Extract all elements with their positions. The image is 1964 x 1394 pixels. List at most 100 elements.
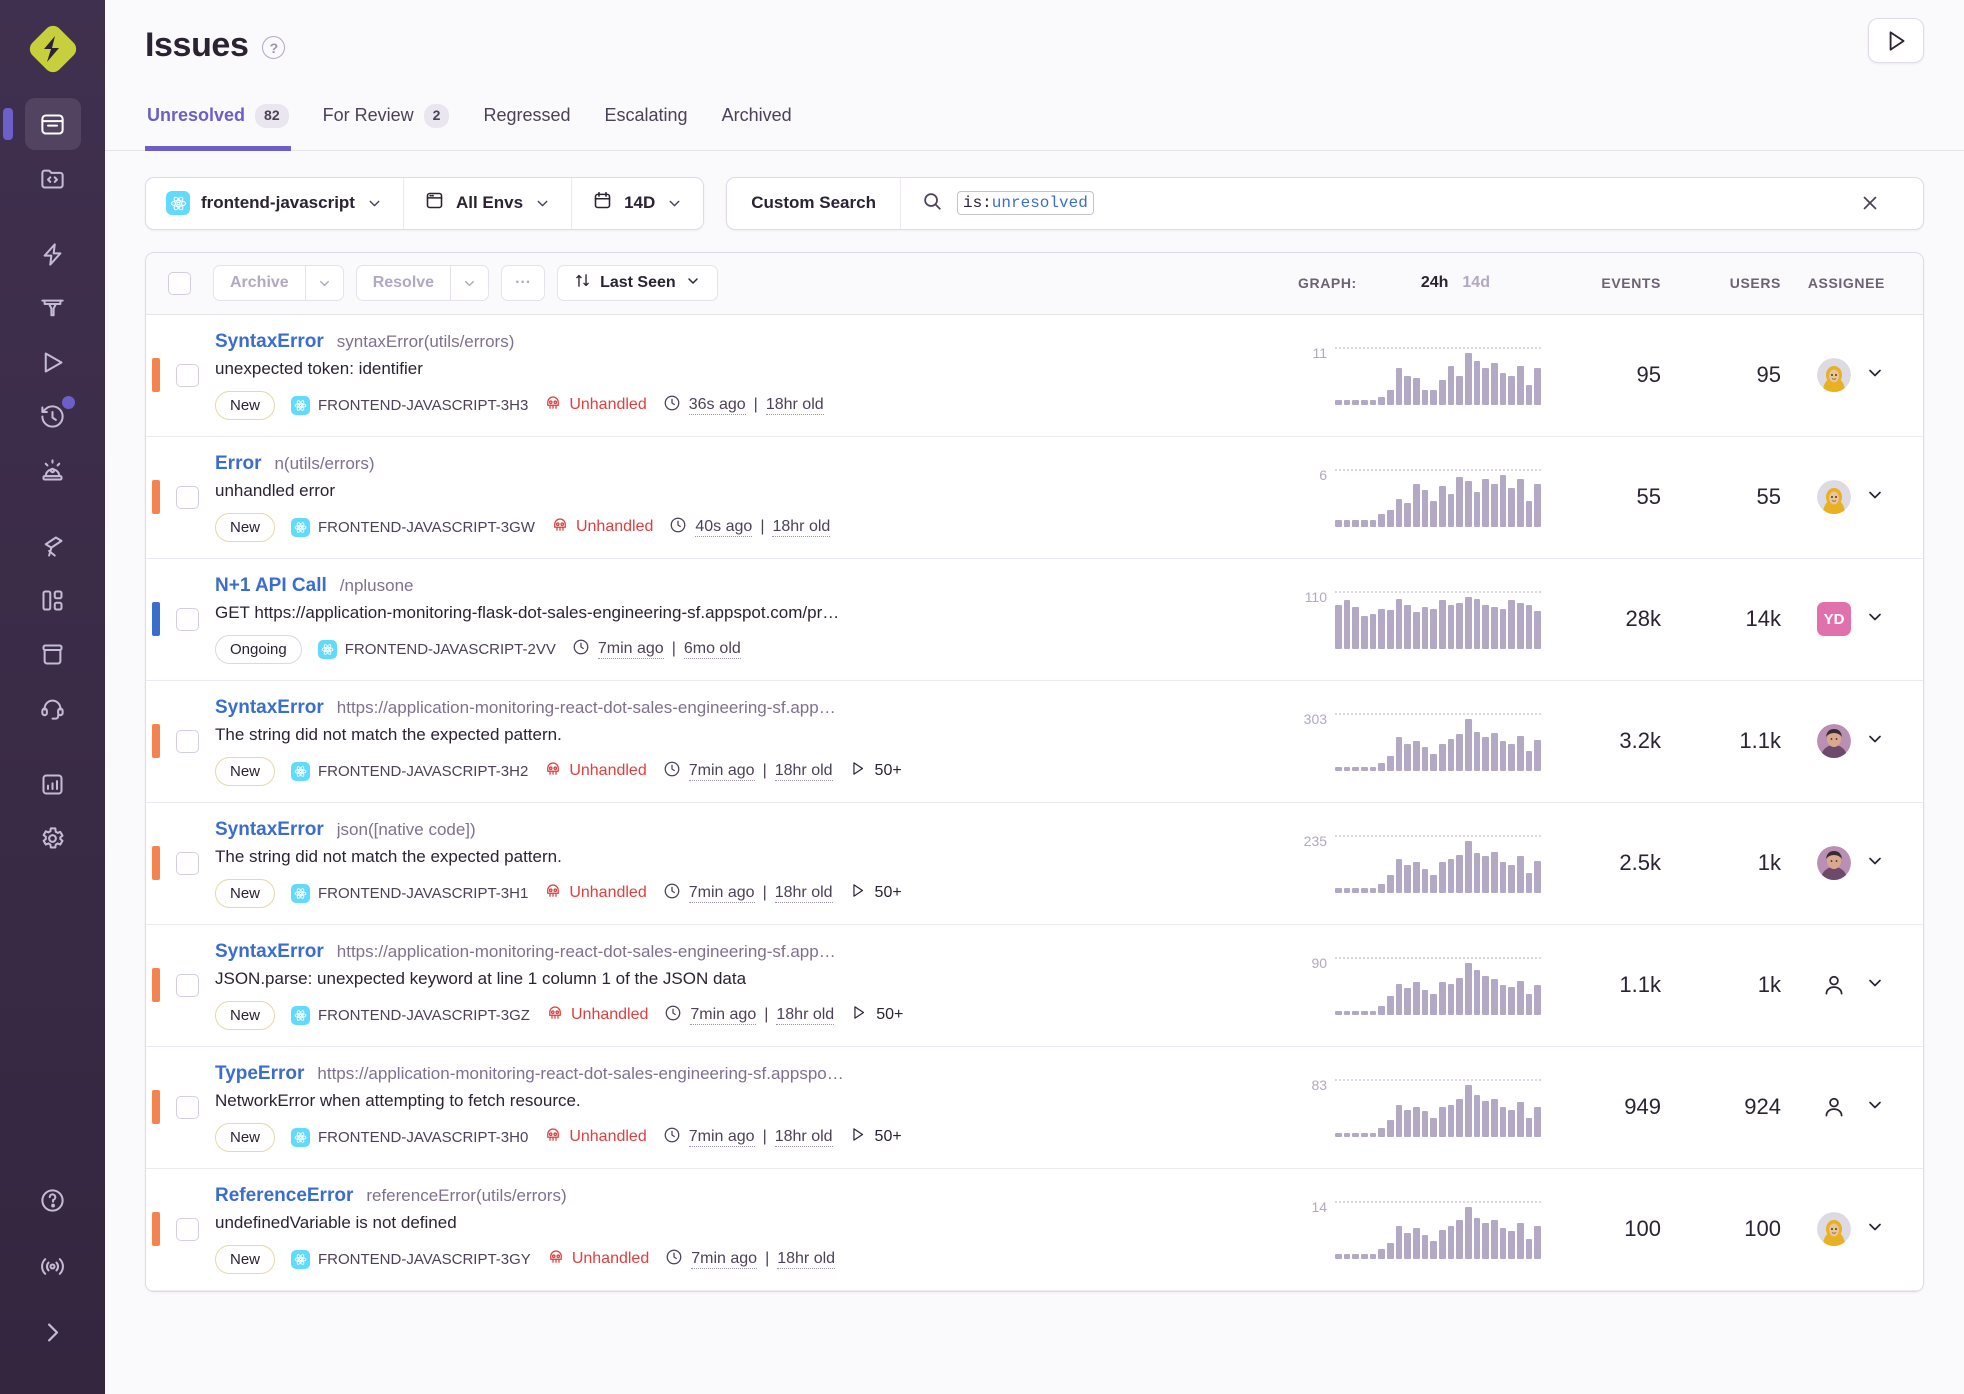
avatar[interactable] <box>1817 724 1851 759</box>
row-checkbox[interactable] <box>176 1217 199 1241</box>
chevron-down-icon[interactable] <box>1865 851 1885 876</box>
avatar[interactable] <box>1817 358 1851 393</box>
question-circle-icon[interactable]: ? <box>262 36 286 59</box>
environment-filter[interactable]: All Envs <box>404 177 573 229</box>
chevron-down-icon[interactable] <box>1865 485 1885 510</box>
custom-search-button[interactable]: Custom Search <box>727 177 901 229</box>
chevron-down-icon[interactable] <box>1865 973 1885 998</box>
chevron-down-icon[interactable] <box>304 266 343 301</box>
table-row[interactable]: ReferenceError referenceError(utils/error… <box>146 1168 1923 1291</box>
events-count[interactable]: 100 <box>1541 1216 1661 1242</box>
last-seen[interactable]: 40s ago <box>695 518 753 537</box>
row-checkbox[interactable] <box>176 363 199 387</box>
close-icon[interactable] <box>1837 192 1903 214</box>
issue-type[interactable]: TypeError <box>215 1063 304 1085</box>
users-count[interactable]: 95 <box>1661 362 1781 388</box>
sidebar-item-expand[interactable] <box>25 1306 81 1358</box>
users-count[interactable]: 14k <box>1661 606 1781 632</box>
issue-type[interactable]: SyntaxError <box>215 819 324 841</box>
events-count[interactable]: 2.5k <box>1541 850 1661 876</box>
chevron-down-icon[interactable] <box>450 266 488 301</box>
row-checkbox[interactable] <box>176 729 199 753</box>
unassigned-icon[interactable] <box>1817 1090 1851 1124</box>
issue-type[interactable]: SyntaxError <box>215 697 324 719</box>
sidebar-item-replays[interactable] <box>25 336 81 388</box>
issue-type[interactable]: ReferenceError <box>215 1185 353 1207</box>
table-row[interactable]: N+1 API Call/nplusone GET https://applica… <box>146 558 1923 681</box>
avatar[interactable]: YD <box>1817 602 1851 637</box>
graph-period-24h[interactable]: 24h <box>1421 274 1449 292</box>
table-row[interactable]: Error n(utils/errors) unhandled error New FR… <box>146 436 1923 559</box>
graph-period-14d[interactable]: 14d <box>1462 274 1490 292</box>
issue-type[interactable]: Error <box>215 453 261 475</box>
last-seen[interactable]: 7min ago <box>597 640 664 659</box>
table-row[interactable]: TypeError https://application-monitoring-… <box>146 1046 1923 1169</box>
first-seen-age[interactable]: 18hr old <box>776 1006 835 1025</box>
sidebar-item-releases[interactable] <box>25 390 81 442</box>
tab-escalating[interactable]: Escalating <box>603 96 690 151</box>
resolve-button[interactable]: Resolve <box>355 265 490 302</box>
events-count[interactable]: 95 <box>1541 362 1661 388</box>
last-seen[interactable]: 7min ago <box>688 884 755 903</box>
chevron-down-icon[interactable] <box>1865 607 1885 632</box>
tab-unresolved[interactable]: Unresolved 82 <box>145 96 291 151</box>
sidebar-item-stats[interactable] <box>25 758 81 810</box>
issue-type[interactable]: SyntaxError <box>215 331 324 353</box>
tab-archived[interactable]: Archived <box>720 96 794 151</box>
replay-play-button[interactable] <box>1868 18 1924 63</box>
tab-regressed[interactable]: Regressed <box>481 96 572 151</box>
table-row[interactable]: SyntaxError syntaxError(utils/errors) unex… <box>146 314 1923 437</box>
sentry-logo[interactable] <box>22 18 84 80</box>
last-seen[interactable]: 7min ago <box>691 1250 758 1269</box>
tab-for-review[interactable]: For Review 2 <box>321 96 452 151</box>
more-actions-button[interactable]: ··· <box>501 265 546 302</box>
first-seen-age[interactable]: 18hr old <box>772 518 831 537</box>
row-checkbox[interactable] <box>176 607 199 631</box>
first-seen-age[interactable]: 6mo old <box>683 640 741 659</box>
chevron-down-icon[interactable] <box>1865 363 1885 388</box>
sidebar-item-whats-new[interactable] <box>25 1240 81 1292</box>
sidebar-item-support[interactable] <box>25 682 81 734</box>
unassigned-icon[interactable] <box>1817 968 1851 1002</box>
users-count[interactable]: 924 <box>1661 1094 1781 1120</box>
first-seen-age[interactable]: 18hr old <box>774 1128 833 1147</box>
users-count[interactable]: 1k <box>1661 972 1781 998</box>
row-checkbox[interactable] <box>176 1095 199 1119</box>
issue-type[interactable]: SyntaxError <box>215 941 324 963</box>
users-count[interactable]: 1k <box>1661 850 1781 876</box>
last-seen[interactable]: 36s ago <box>688 396 746 415</box>
project-filter[interactable]: frontend-javascript <box>146 177 404 229</box>
events-column-header[interactable]: EVENTS <box>1541 275 1661 291</box>
sidebar-item-performance[interactable] <box>25 228 81 280</box>
row-checkbox[interactable] <box>176 485 199 509</box>
avatar[interactable] <box>1817 480 1851 515</box>
sidebar-item-discover[interactable] <box>25 520 81 572</box>
events-count[interactable]: 28k <box>1541 606 1661 632</box>
chevron-down-icon[interactable] <box>1865 729 1885 754</box>
chevron-down-icon[interactable] <box>1865 1095 1885 1120</box>
sidebar-item-archive[interactable] <box>25 628 81 680</box>
users-count[interactable]: 100 <box>1661 1216 1781 1242</box>
sidebar-item-issues[interactable] <box>2 98 81 150</box>
sidebar-item-alerts[interactable] <box>25 444 81 496</box>
events-count[interactable]: 1.1k <box>1541 972 1661 998</box>
first-seen-age[interactable]: 18hr old <box>777 1250 836 1269</box>
users-count[interactable]: 55 <box>1661 484 1781 510</box>
events-count[interactable]: 3.2k <box>1541 728 1661 754</box>
first-seen-age[interactable]: 18hr old <box>774 762 833 781</box>
table-row[interactable]: SyntaxError https://application-monitorin… <box>146 924 1923 1047</box>
chevron-down-icon[interactable] <box>1865 1217 1885 1242</box>
last-seen[interactable]: 7min ago <box>688 762 755 781</box>
replay-count[interactable]: 50+ <box>849 882 902 904</box>
users-count[interactable]: 1.1k <box>1661 728 1781 754</box>
sidebar-item-settings[interactable] <box>25 812 81 864</box>
date-range-filter[interactable]: 14D <box>572 178 703 229</box>
row-checkbox[interactable] <box>176 973 199 997</box>
sort-button[interactable]: Last Seen <box>557 265 718 302</box>
search-token[interactable]: is:unresolved <box>956 191 1094 216</box>
sidebar-item-projects[interactable] <box>25 152 81 204</box>
avatar[interactable] <box>1817 1212 1851 1247</box>
last-seen[interactable]: 7min ago <box>688 1128 755 1147</box>
last-seen[interactable]: 7min ago <box>690 1006 757 1025</box>
select-all-checkbox[interactable] <box>168 271 191 295</box>
